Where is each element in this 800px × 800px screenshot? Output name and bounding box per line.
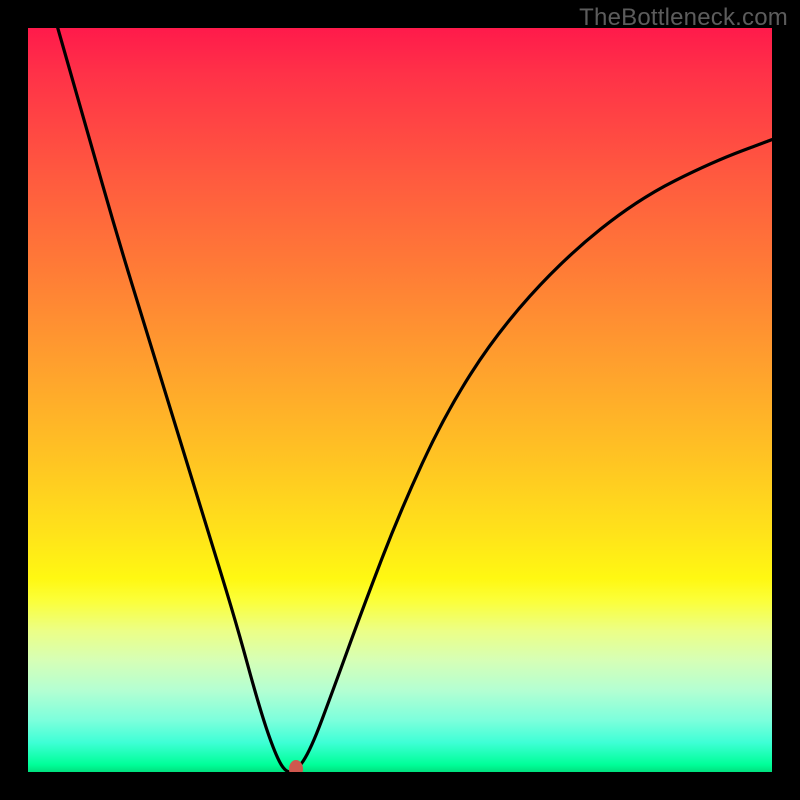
optimal-point-marker (289, 760, 303, 772)
chart-frame: TheBottleneck.com (0, 0, 800, 800)
watermark-text: TheBottleneck.com (579, 4, 788, 32)
plot-area (28, 28, 772, 772)
bottleneck-curve (28, 28, 772, 772)
